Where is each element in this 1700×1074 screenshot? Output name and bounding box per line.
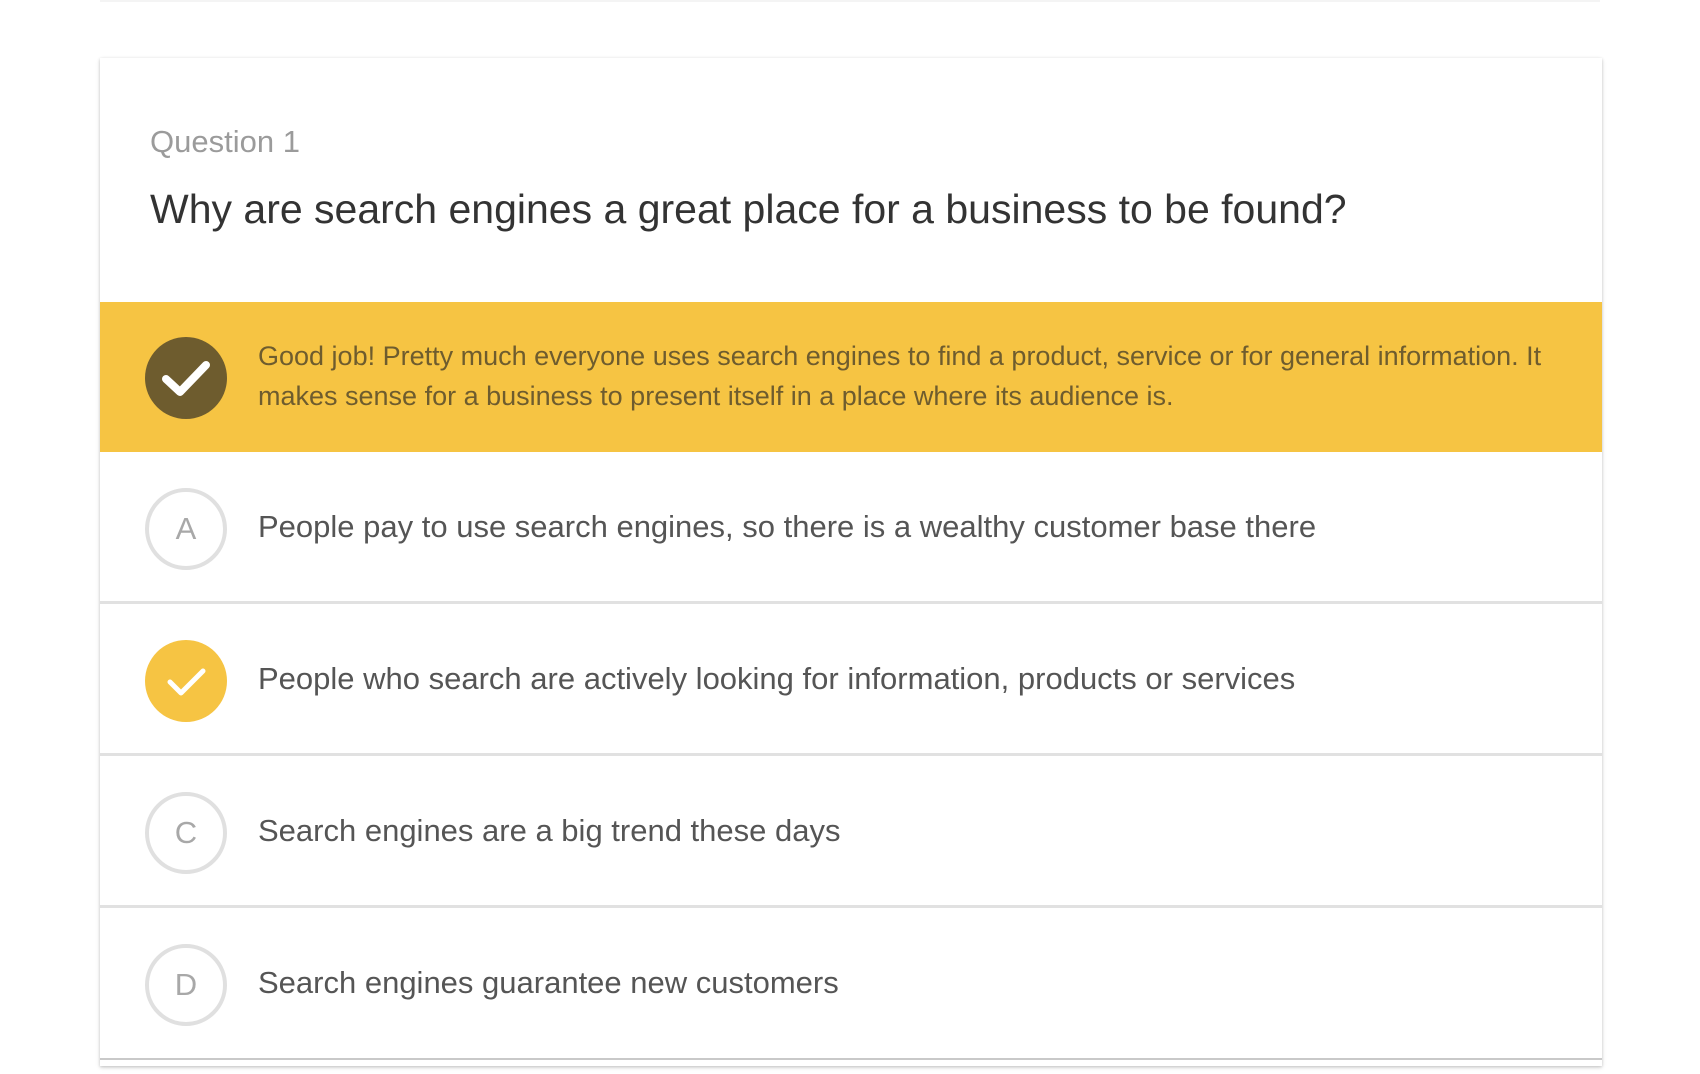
option-text: Search engines guarantee new customers — [258, 965, 839, 1000]
question-number: Question 1 — [150, 124, 300, 159]
option-text: People who search are actively looking f… — [258, 661, 1296, 696]
feedback-banner: Good job! Pretty much everyone uses sear… — [100, 302, 1602, 452]
option-letter-badge: C — [145, 792, 227, 874]
check-circle-icon — [145, 337, 227, 419]
answer-option-a[interactable]: A People pay to use search engines, so t… — [100, 452, 1602, 604]
question-text: Why are search engines a great place for… — [150, 186, 1347, 232]
option-text: Search engines are a big trend these day… — [258, 813, 841, 848]
option-letter-badge: A — [145, 488, 227, 570]
answer-option-c[interactable]: C Search engines are a big trend these d… — [100, 756, 1602, 908]
feedback-message: Good job! Pretty much everyone uses sear… — [258, 341, 1542, 411]
option-letter-badge: D — [145, 944, 227, 1026]
option-text: People pay to use search engines, so the… — [258, 509, 1317, 544]
answer-option-b[interactable]: People who search are actively looking f… — [100, 604, 1602, 756]
quiz-card: Question 1 Why are search engines a grea… — [100, 58, 1602, 1066]
question-header: Question 1 Why are search engines a grea… — [100, 58, 1602, 302]
top-divider — [100, 0, 1600, 2]
answer-option-d[interactable]: D Search engines guarantee new customers — [100, 908, 1602, 1060]
check-icon — [145, 640, 227, 722]
